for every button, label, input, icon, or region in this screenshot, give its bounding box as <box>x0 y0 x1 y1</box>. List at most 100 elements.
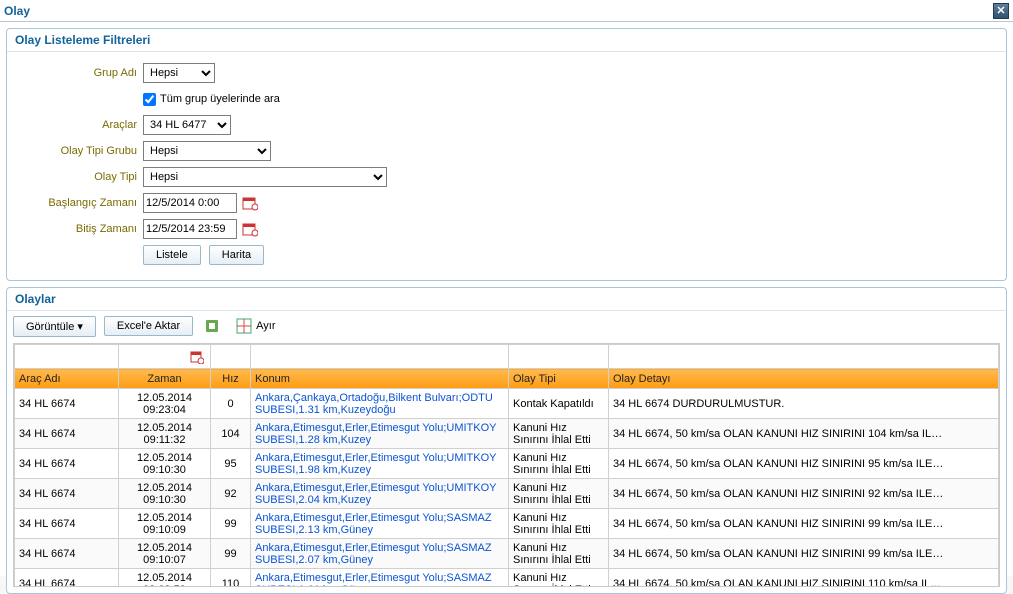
calendar-icon[interactable] <box>188 348 206 366</box>
label-bit-zaman: Bitiş Zamanı <box>17 223 143 235</box>
label-tum-grup: Tüm grup üyelerinde ara <box>160 93 280 105</box>
cell-arac: 34 HL 6674 <box>15 509 119 539</box>
label-olay-tipi: Olay Tipi <box>17 171 143 183</box>
refresh-icon[interactable] <box>201 315 223 337</box>
cell-zaman: 12.05.201409:10:30 <box>119 449 211 479</box>
events-panel: Olaylar Görüntüle ▾ Excel'e Aktar Ayır <box>6 287 1007 594</box>
tum-grup-checkbox[interactable] <box>143 93 156 106</box>
events-table-scroll[interactable]: Araç Adı Zaman Hız Konum Olay Tipi Olay … <box>14 344 999 586</box>
events-panel-title: Olaylar <box>7 288 1006 310</box>
bas-zaman-input[interactable] <box>143 193 237 213</box>
cell-konum[interactable]: Ankara,Etimesgut,Erler,Etimesgut Yolu;SA… <box>251 539 509 569</box>
calendar-icon[interactable] <box>241 194 259 212</box>
label-araclar: Araçlar <box>17 119 143 131</box>
cell-arac: 34 HL 6674 <box>15 449 119 479</box>
cell-detay: 34 HL 6674, 50 km/sa OLAN KANUNI HIZ SIN… <box>609 479 999 509</box>
col-zaman[interactable]: Zaman <box>119 369 211 389</box>
cell-hiz: 0 <box>211 389 251 419</box>
col-arac[interactable]: Araç Adı <box>15 369 119 389</box>
table-row[interactable]: 34 HL 667412.05.201409:10:3092Ankara,Eti… <box>15 479 999 509</box>
excel-button[interactable]: Excel'e Aktar <box>104 316 193 336</box>
filter-hiz-input[interactable] <box>213 348 248 366</box>
close-icon[interactable]: ✕ <box>993 3 1009 19</box>
filter-tip-input[interactable] <box>511 348 606 366</box>
table-header-row: Araç Adı Zaman Hız Konum Olay Tipi Olay … <box>15 369 999 389</box>
filters-form: Grup Adı Hepsi Tüm grup üyelerinde ara A… <box>7 52 1006 280</box>
cell-hiz: 92 <box>211 479 251 509</box>
cell-detay: 34 HL 6674, 50 km/sa OLAN KANUNI HIZ SIN… <box>609 569 999 587</box>
cell-tip: Kanuni Hız Sınırını İhlal Etti <box>509 449 609 479</box>
col-konum[interactable]: Konum <box>251 369 509 389</box>
col-tip[interactable]: Olay Tipi <box>509 369 609 389</box>
chevron-down-icon: ▾ <box>77 321 83 333</box>
ayir-label: Ayır <box>256 320 275 332</box>
events-tbody: 34 HL 667412.05.201409:23:040Ankara,Çank… <box>15 389 999 587</box>
cell-hiz: 99 <box>211 509 251 539</box>
listele-button[interactable]: Listele <box>143 245 201 265</box>
cell-hiz: 104 <box>211 419 251 449</box>
label-grup: Grup Adı <box>17 67 143 79</box>
label-bas-zaman: Başlangıç Zamanı <box>17 197 143 209</box>
titlebar: Olay ✕ <box>0 0 1013 22</box>
cell-zaman: 12.05.201409:09:50 <box>119 569 211 587</box>
olay-tipi-select[interactable]: Hepsi <box>143 167 387 187</box>
split-icon[interactable]: Ayır <box>231 315 280 337</box>
cell-zaman: 12.05.201409:23:04 <box>119 389 211 419</box>
window: Olay ✕ Olay Listeleme Filtreleri Grup Ad… <box>0 0 1013 576</box>
cell-arac: 34 HL 6674 <box>15 539 119 569</box>
filter-detay-input[interactable] <box>611 348 996 366</box>
grup-select[interactable]: Hepsi <box>143 63 215 83</box>
cell-zaman: 12.05.201409:10:09 <box>119 509 211 539</box>
table-row[interactable]: 34 HL 667412.05.201409:10:0999Ankara,Eti… <box>15 509 999 539</box>
cell-konum[interactable]: Ankara,Etimesgut,Erler,Etimesgut Yolu;SA… <box>251 569 509 587</box>
table-row[interactable]: 34 HL 667412.05.201409:11:32104Ankara,Et… <box>15 419 999 449</box>
filters-panel: Olay Listeleme Filtreleri Grup Adı Hepsi… <box>6 28 1007 281</box>
label-olay-tipi-grubu: Olay Tipi Grubu <box>17 145 143 157</box>
table-row[interactable]: 34 HL 667412.05.201409:10:0799Ankara,Eti… <box>15 539 999 569</box>
cell-konum[interactable]: Ankara,Etimesgut,Erler,Etimesgut Yolu;UM… <box>251 479 509 509</box>
events-toolbar: Görüntüle ▾ Excel'e Aktar Ayır <box>7 310 1006 341</box>
events-table-wrap: Araç Adı Zaman Hız Konum Olay Tipi Olay … <box>13 343 1000 587</box>
cell-konum[interactable]: Ankara,Çankaya,Ortadoğu,Bilkent Bulvarı;… <box>251 389 509 419</box>
col-hiz[interactable]: Hız <box>211 369 251 389</box>
cell-arac: 34 HL 6674 <box>15 389 119 419</box>
cell-tip: Kanuni Hız Sınırını İhlal Etti <box>509 539 609 569</box>
cell-hiz: 95 <box>211 449 251 479</box>
filter-arac-input[interactable] <box>17 348 116 366</box>
cell-konum[interactable]: Ankara,Etimesgut,Erler,Etimesgut Yolu;SA… <box>251 509 509 539</box>
table-filter-row <box>15 345 999 369</box>
olay-tipi-grubu-select[interactable]: Hepsi <box>143 141 271 161</box>
cell-konum[interactable]: Ankara,Etimesgut,Erler,Etimesgut Yolu;UM… <box>251 419 509 449</box>
cell-tip: Kanuni Hız Sınırını İhlal Etti <box>509 509 609 539</box>
harita-button[interactable]: Harita <box>209 245 264 265</box>
araclar-select[interactable]: 34 HL 6477 <box>143 115 231 135</box>
cell-detay: 34 HL 6674 DURDURULMUSTUR. <box>609 389 999 419</box>
cell-tip: Kanuni Hız Sınırını İhlal Etti <box>509 569 609 587</box>
bit-zaman-input[interactable] <box>143 219 237 239</box>
calendar-icon[interactable] <box>241 220 259 238</box>
cell-tip: Kontak Kapatıldı <box>509 389 609 419</box>
cell-detay: 34 HL 6674, 50 km/sa OLAN KANUNI HIZ SIN… <box>609 449 999 479</box>
events-table: Araç Adı Zaman Hız Konum Olay Tipi Olay … <box>14 344 999 586</box>
cell-zaman: 12.05.201409:11:32 <box>119 419 211 449</box>
cell-konum[interactable]: Ankara,Etimesgut,Erler,Etimesgut Yolu;UM… <box>251 449 509 479</box>
window-title: Olay <box>4 4 30 18</box>
cell-tip: Kanuni Hız Sınırını İhlal Etti <box>509 419 609 449</box>
cell-hiz: 99 <box>211 539 251 569</box>
cell-tip: Kanuni Hız Sınırını İhlal Etti <box>509 479 609 509</box>
table-row[interactable]: 34 HL 667412.05.201409:10:3095Ankara,Eti… <box>15 449 999 479</box>
table-row[interactable]: 34 HL 667412.05.201409:09:50110Ankara,Et… <box>15 569 999 587</box>
cell-zaman: 12.05.201409:10:30 <box>119 479 211 509</box>
cell-zaman: 12.05.201409:10:07 <box>119 539 211 569</box>
cell-detay: 34 HL 6674, 50 km/sa OLAN KANUNI HIZ SIN… <box>609 539 999 569</box>
cell-arac: 34 HL 6674 <box>15 479 119 509</box>
cell-detay: 34 HL 6674, 50 km/sa OLAN KANUNI HIZ SIN… <box>609 509 999 539</box>
table-row[interactable]: 34 HL 667412.05.201409:23:040Ankara,Çank… <box>15 389 999 419</box>
goruntule-button[interactable]: Görüntüle ▾ <box>13 316 96 337</box>
cell-hiz: 110 <box>211 569 251 587</box>
cell-arac: 34 HL 6674 <box>15 419 119 449</box>
filters-panel-title: Olay Listeleme Filtreleri <box>7 29 1006 52</box>
col-detay[interactable]: Olay Detayı <box>609 369 999 389</box>
cell-detay: 34 HL 6674, 50 km/sa OLAN KANUNI HIZ SIN… <box>609 419 999 449</box>
filter-konum-input[interactable] <box>253 348 506 366</box>
